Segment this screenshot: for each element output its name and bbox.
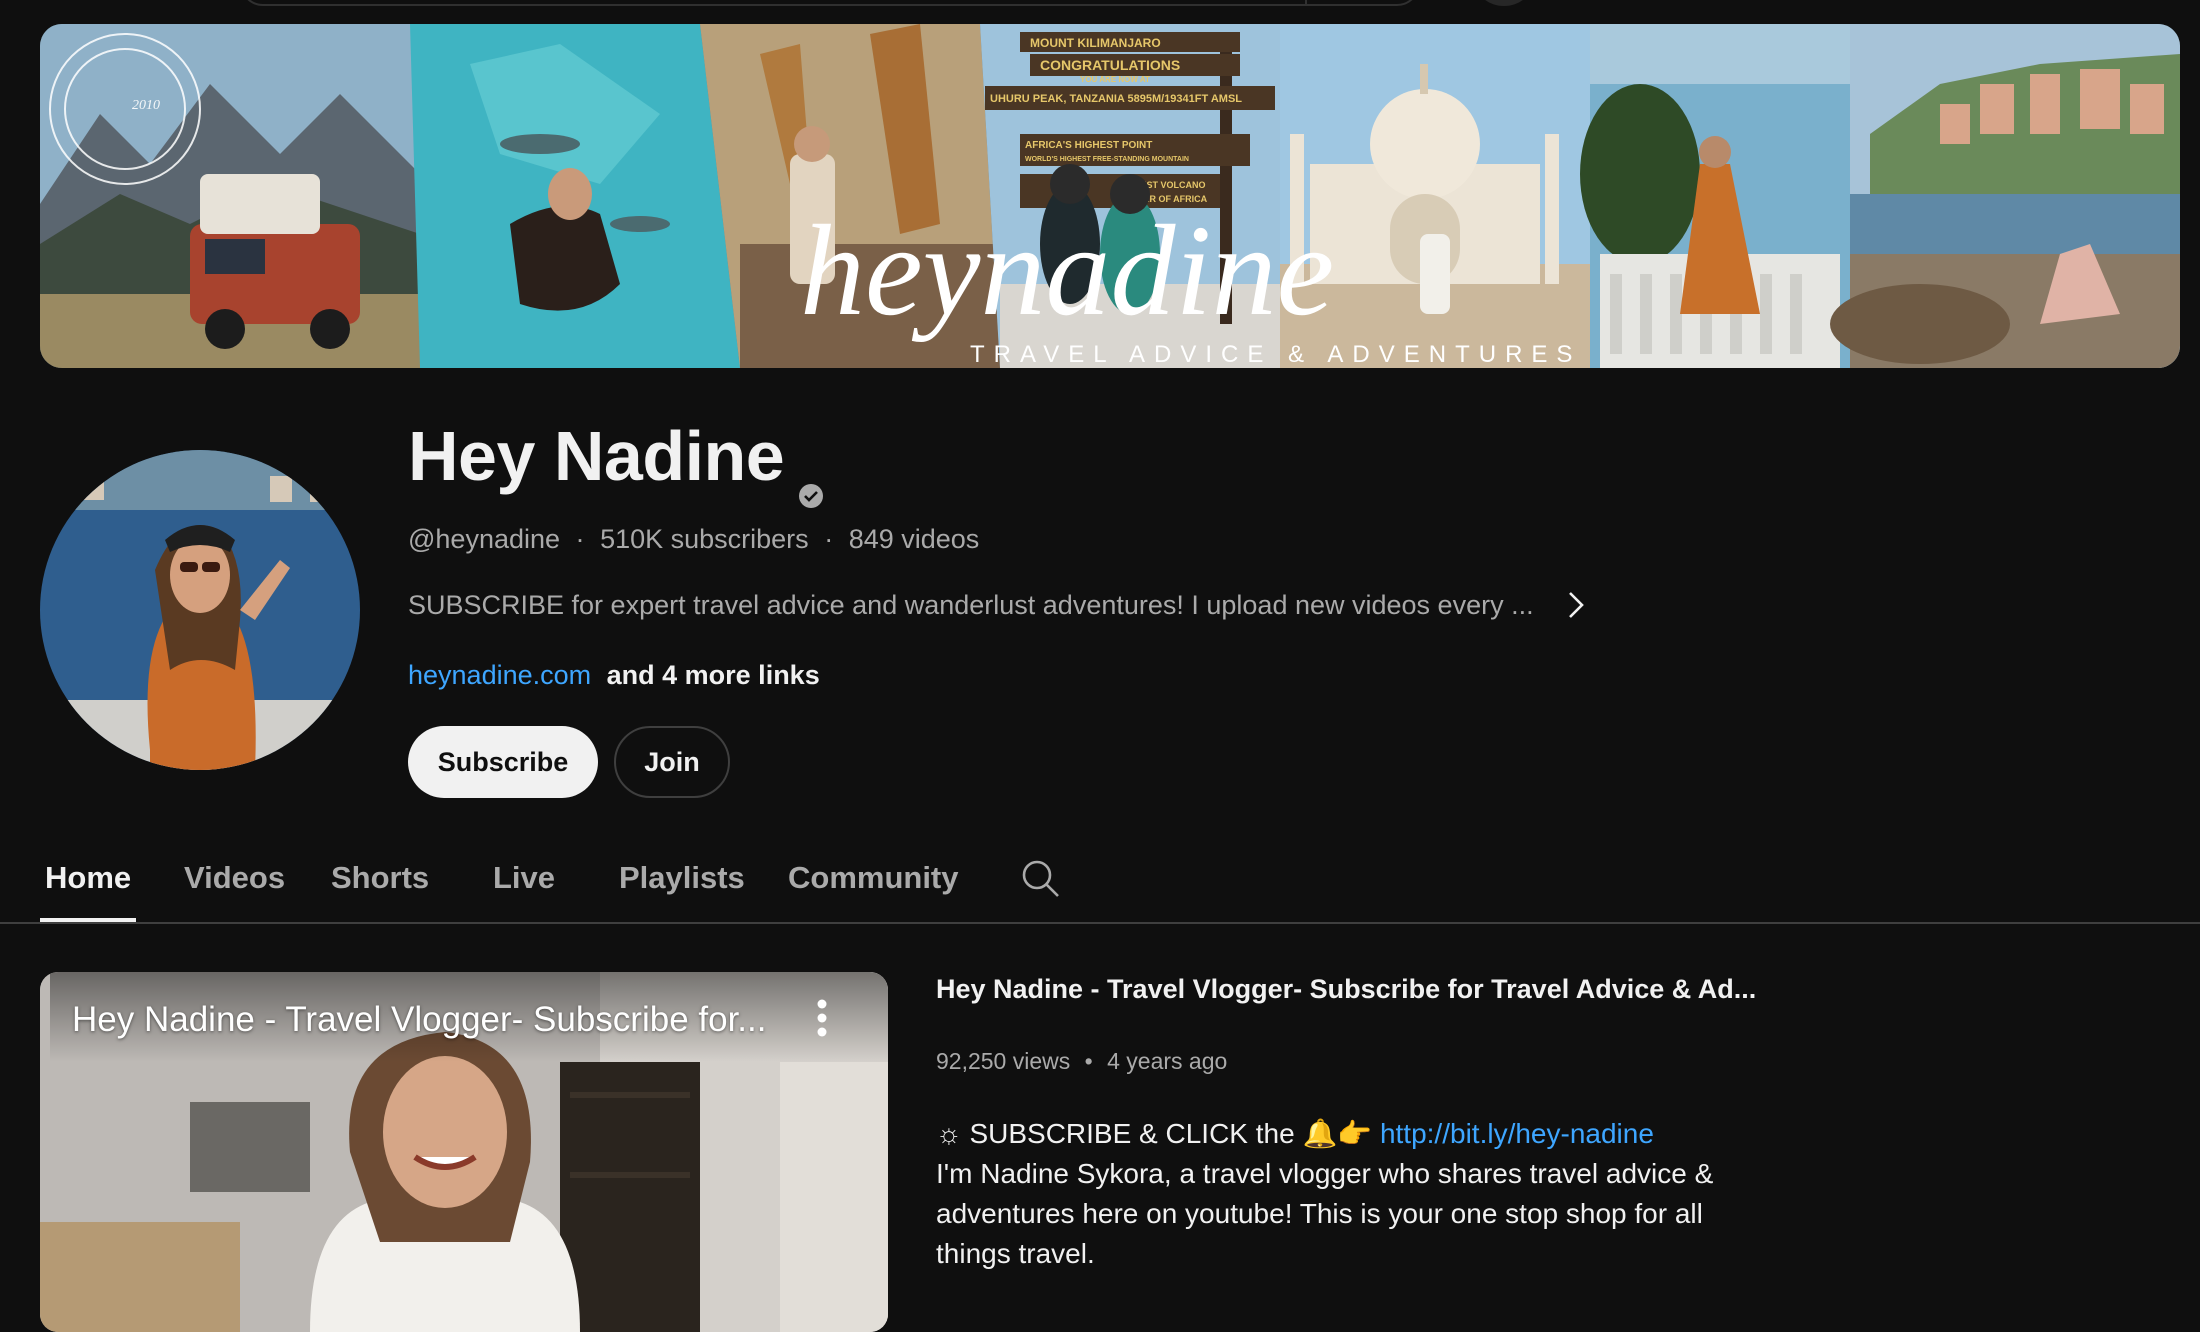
tab-home[interactable]: Home	[45, 860, 131, 896]
svg-text:AFRICA'S HIGHEST POINT: AFRICA'S HIGHEST POINT	[1025, 140, 1152, 151]
featured-video-player[interactable]: Hey Nadine - Travel Vlogger- Subscribe f…	[40, 972, 888, 1332]
view-count: 92,250 views	[936, 1048, 1071, 1074]
channel-website-link[interactable]: heynadine.com	[408, 660, 591, 690]
active-tab-indicator	[40, 918, 136, 922]
description-line: I'm Nadine Sykora, a travel vlogger who …	[936, 1158, 1714, 1189]
meta-separator: ·	[575, 524, 585, 554]
channel-description[interactable]: SUBSCRIBE for expert travel advice and w…	[408, 588, 1588, 622]
channel-links: heynadine.com and 4 more links	[408, 660, 820, 691]
svg-text:UHURU PEAK, TANZANIA 5895M/193: UHURU PEAK, TANZANIA 5895M/19341FT AMSL	[990, 93, 1242, 105]
description-prefix: ☼ SUBSCRIBE & CLICK the 🔔👉	[936, 1118, 1380, 1149]
banner-tagline: TRAVEL ADVICE & ADVENTURES	[970, 341, 1581, 368]
description-line: adventures here on youtube! This is your…	[936, 1198, 1703, 1229]
more-links-button[interactable]: and 4 more links	[607, 660, 820, 690]
stamp-year: 2010	[132, 98, 160, 113]
meta-separator: ·	[824, 524, 834, 554]
featured-video-meta: 92,250 views • 4 years ago	[936, 1048, 1227, 1075]
subscribe-button[interactable]: Subscribe	[408, 726, 598, 798]
channel-description-text: SUBSCRIBE for expert travel advice and w…	[408, 589, 1534, 620]
chevron-right-icon[interactable]	[1564, 588, 1588, 622]
channel-name-text: Hey Nadine	[408, 417, 785, 495]
search-bar-divider	[1305, 0, 1307, 6]
banner-wordmark: heynadine	[800, 199, 1334, 343]
description-first-line: ☼ SUBSCRIBE & CLICK the 🔔👉 http://bit.ly…	[936, 1114, 1756, 1154]
join-button[interactable]: Join	[614, 726, 730, 798]
tab-community[interactable]: Community	[788, 860, 959, 896]
subscriber-count: 510K subscribers	[600, 524, 809, 554]
upload-age: 4 years ago	[1107, 1048, 1228, 1074]
channel-meta: @heynadine · 510K subscribers · 849 vide…	[408, 524, 979, 555]
tab-live[interactable]: Live	[493, 860, 555, 896]
tab-videos[interactable]: Videos	[184, 860, 285, 896]
description-link[interactable]: http://bit.ly/hey-nadine	[1380, 1118, 1654, 1149]
search-bar[interactable]	[240, 0, 1420, 6]
svg-text:WORLD'S HIGHEST FREE-STANDING: WORLD'S HIGHEST FREE-STANDING MOUNTAIN	[1025, 156, 1189, 163]
channel-banner: 2010 MOUNT KILIMANJARO CONGRATULATIONS Y…	[40, 24, 2180, 368]
search-icon[interactable]	[1020, 858, 1062, 900]
featured-video-description: ☼ SUBSCRIBE & CLICK the 🔔👉 http://bit.ly…	[936, 1114, 1756, 1274]
channel-tabs: Home Videos Shorts Live Playlists Commun…	[0, 840, 2200, 924]
tab-shorts[interactable]: Shorts	[331, 860, 429, 896]
featured-video-title[interactable]: Hey Nadine - Travel Vlogger- Subscribe f…	[936, 974, 1756, 1005]
verified-badge-icon	[798, 445, 824, 508]
voice-search-button[interactable]	[1476, 0, 1532, 6]
thumbnail-title: Hey Nadine - Travel Vlogger- Subscribe f…	[72, 1000, 767, 1039]
channel-name: Hey Nadine	[408, 416, 824, 508]
tab-playlists[interactable]: Playlists	[619, 860, 745, 896]
svg-text:CONGRATULATIONS: CONGRATULATIONS	[1040, 57, 1180, 73]
description-line: things travel.	[936, 1238, 1095, 1269]
channel-avatar[interactable]	[40, 450, 360, 770]
video-count: 849 videos	[848, 524, 980, 554]
svg-text:YOU ARE NOW AT: YOU ARE NOW AT	[1080, 75, 1150, 84]
svg-text:MOUNT KILIMANJARO: MOUNT KILIMANJARO	[1030, 36, 1161, 50]
channel-handle: @heynadine	[408, 524, 561, 554]
more-options-icon[interactable]	[816, 998, 828, 1038]
meta-dot: •	[1084, 1048, 1093, 1074]
